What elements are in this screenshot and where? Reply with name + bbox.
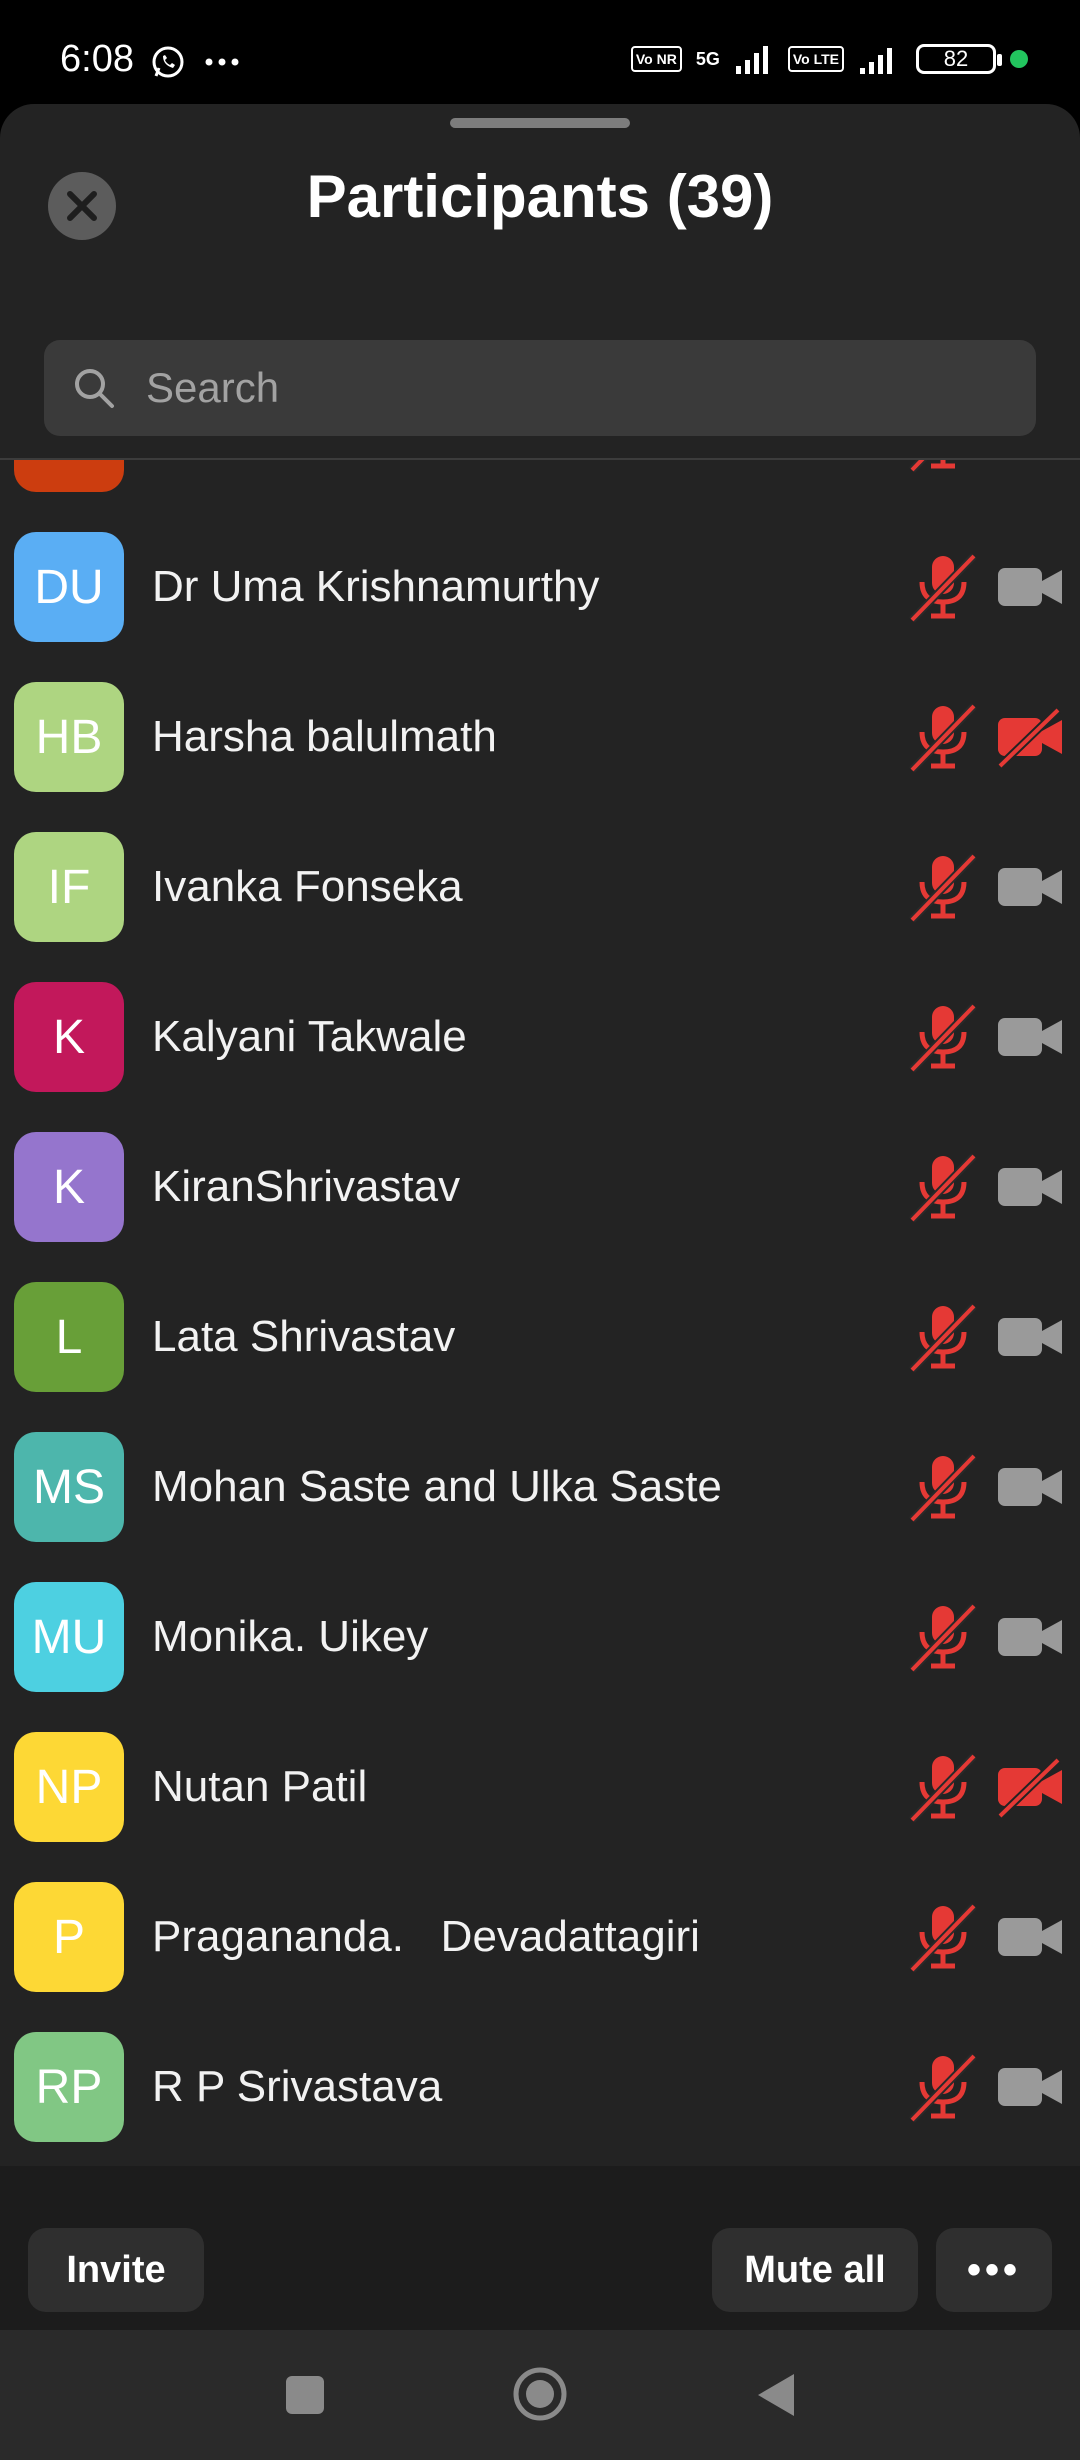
camera-icon[interactable] [996, 460, 1066, 470]
volte-chip: Vo LTE [787, 46, 844, 72]
camera-icon[interactable] [996, 1004, 1066, 1070]
mic-muted-icon[interactable] [906, 2050, 980, 2124]
participant-row[interactable]: RP R P Srivastava [0, 2012, 1080, 2162]
status-right-icons: Vo NR 5G Vo LTE 82 [630, 44, 1028, 74]
mic-muted-icon[interactable] [906, 1000, 980, 1074]
status-left-icons [150, 44, 240, 80]
search-icon [75, 369, 114, 408]
mic-muted-icon[interactable] [906, 1750, 980, 1824]
mic-muted-icon[interactable] [906, 460, 980, 474]
mic-muted-icon[interactable] [906, 1450, 980, 1524]
participant-row[interactable]: IF Ivanka Fonseka [0, 812, 1080, 962]
participant-row[interactable]: MS Mohan Saste and Ulka Saste [0, 1412, 1080, 1562]
participant-name: KiranShrivastav [152, 1162, 461, 1211]
participants-list[interactable]: D Dina Abzhanova DU Dr Uma Krishnamurthy… [0, 460, 1080, 2266]
mic-muted-icon[interactable] [906, 1150, 980, 1224]
search-input[interactable] [144, 363, 948, 413]
avatar: MU [14, 1582, 124, 1692]
mic-muted-icon[interactable] [906, 550, 980, 624]
participant-row[interactable]: DU Dr Uma Krishnamurthy [0, 512, 1080, 662]
status-time: 6:08 [60, 38, 134, 80]
avatar: DU [14, 532, 124, 642]
participant-name: Monika. Uikey [152, 1612, 429, 1661]
camera-icon[interactable] [996, 854, 1066, 920]
participant-name: Nutan Patil [152, 1762, 368, 1811]
privacy-indicator-dot [1010, 50, 1028, 68]
participant-row[interactable]: HB Harsha balulmath [0, 662, 1080, 812]
page-title: Participants (39) [306, 163, 774, 230]
avatar: P [14, 1882, 124, 1992]
avatar: IF [14, 832, 124, 942]
mic-muted-icon[interactable] [906, 700, 980, 774]
network-5g-label: 5G [695, 48, 720, 69]
participant-row[interactable]: MU Monika. Uikey [0, 1562, 1080, 1712]
avatar: K [14, 982, 124, 1092]
signal-icon-2 [860, 48, 892, 74]
avatar: NP [14, 1732, 124, 1842]
mute-all-button[interactable]: Mute all [712, 2228, 918, 2312]
mic-muted-icon[interactable] [906, 850, 980, 924]
participant-name: R P Srivastava [152, 2062, 443, 2111]
recents-icon[interactable] [286, 2376, 324, 2414]
participant-name: Pragananda. Devadattagiri [152, 1912, 700, 1961]
participant-row[interactable]: NP Nutan Patil [0, 1712, 1080, 1862]
mic-muted-icon[interactable] [906, 1600, 980, 1674]
participant-row[interactable]: D Dina Abzhanova [0, 460, 1080, 512]
system-nav-bar [0, 2330, 1080, 2460]
avatar: RP [14, 2032, 124, 2142]
camera-off-icon[interactable] [996, 1754, 1066, 1820]
camera-icon[interactable] [996, 1154, 1066, 1220]
search-box[interactable] [44, 340, 1036, 436]
camera-icon[interactable] [996, 554, 1066, 620]
camera-off-icon[interactable] [996, 704, 1066, 770]
avatar: MS [14, 1432, 124, 1542]
participant-row[interactable]: K Kalyani Takwale [0, 962, 1080, 1112]
participant-row[interactable]: P Pragananda. Devadattagiri [0, 1862, 1080, 2012]
battery-indicator: 82 [916, 44, 1002, 74]
more-dots-icon [205, 58, 239, 66]
avatar: L [14, 1282, 124, 1392]
participant-name: Kalyani Takwale [152, 1012, 467, 1061]
vonr-chip: Vo NR [630, 46, 682, 72]
drag-handle[interactable] [450, 118, 630, 128]
participants-sheet: Participants (39) D Dina Abzhanova DU Dr… [0, 104, 1080, 2330]
whatsapp-icon [152, 46, 184, 78]
signal-icon [735, 46, 768, 74]
home-icon[interactable] [512, 2366, 568, 2422]
participant-name: Harsha balulmath [152, 712, 497, 761]
participant-row[interactable]: L Lata Shrivastav [0, 1262, 1080, 1412]
mic-muted-icon[interactable] [906, 1900, 980, 1974]
avatar: D [14, 460, 124, 492]
action-bar: Invite Mute all ••• [0, 2166, 1080, 2330]
camera-icon[interactable] [996, 2054, 1066, 2120]
participant-name: Dr Uma Krishnamurthy [152, 562, 600, 611]
invite-button[interactable]: Invite [28, 2228, 204, 2312]
back-icon[interactable] [752, 2370, 798, 2420]
participant-name: Dina Abzhanova [152, 460, 472, 462]
camera-icon[interactable] [996, 1304, 1066, 1370]
participant-name: Mohan Saste and Ulka Saste [152, 1462, 722, 1511]
mic-muted-icon[interactable] [906, 1300, 980, 1374]
avatar: HB [14, 682, 124, 792]
camera-icon[interactable] [996, 1604, 1066, 1670]
avatar: K [14, 1132, 124, 1242]
status-bar: 6:08 Vo NR 5G Vo LTE 82 [0, 0, 1080, 104]
camera-icon[interactable] [996, 1904, 1066, 1970]
camera-icon[interactable] [996, 1454, 1066, 1520]
participant-row[interactable]: K KiranShrivastav [0, 1112, 1080, 1262]
participant-name: Lata Shrivastav [152, 1312, 456, 1361]
more-options-button[interactable]: ••• [936, 2228, 1052, 2312]
participant-name: Ivanka Fonseka [152, 862, 463, 911]
